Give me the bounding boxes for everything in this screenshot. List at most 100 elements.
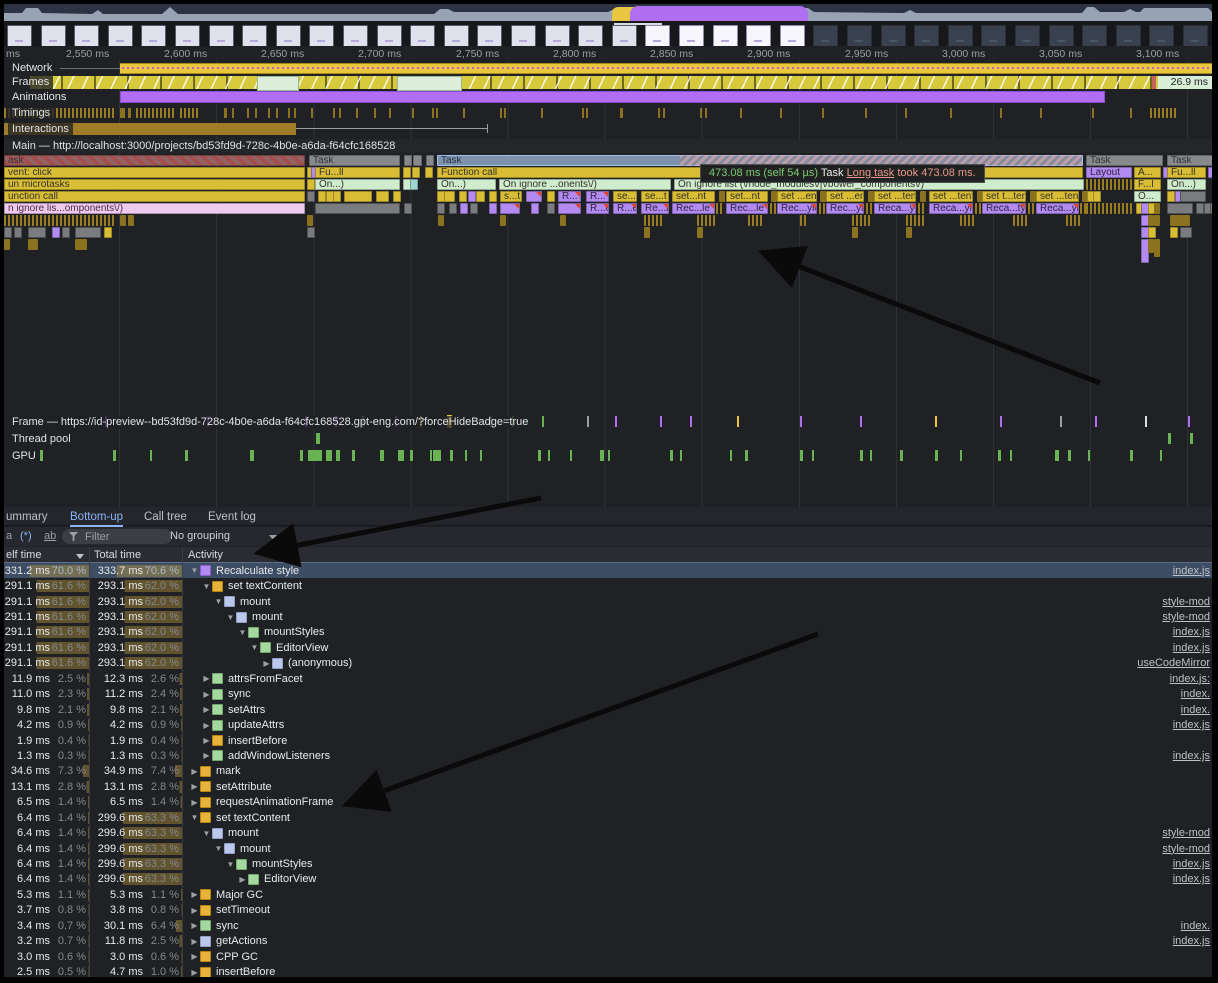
flame-event-sliver[interactable] (315, 203, 400, 214)
flame-event-bar[interactable]: se...t (641, 191, 669, 202)
flame-event-bar[interactable]: se...t (613, 191, 637, 202)
flame-event-sliver[interactable] (1086, 203, 1132, 214)
filmstrip-thumbnail[interactable] (444, 25, 469, 47)
table-row[interactable]: 6.5 ms1.4 %6.5 ms1.4 %▶requestAnimationF… (4, 795, 1212, 810)
source-link[interactable]: index.js (1173, 873, 1212, 885)
flame-event-bar[interactable]: n ignore lis...omponents\/) (4, 203, 305, 214)
filter-box[interactable] (62, 529, 172, 544)
table-row[interactable]: 3.0 ms0.6 %3.0 ms0.6 %▶CPP GC (4, 949, 1212, 964)
frames-track-strip[interactable] (30, 76, 1158, 89)
filmstrip-thumbnail[interactable] (41, 25, 66, 47)
expand-icon[interactable]: ▶ (201, 751, 212, 760)
source-link[interactable]: useCodeMirror (1137, 657, 1212, 669)
filmstrip-thumbnail[interactable] (377, 25, 402, 47)
flame-event-sliver[interactable] (526, 191, 542, 202)
filmstrip-thumbnail[interactable] (981, 25, 1006, 47)
flame-event-sliver[interactable] (644, 227, 650, 238)
expand-icon[interactable]: ▶ (189, 921, 200, 930)
collapse-icon[interactable]: ▼ (213, 597, 224, 606)
flame-event-bar[interactable]: set...nt (672, 191, 715, 202)
collapse-icon[interactable]: ▼ (201, 829, 212, 838)
flame-event-sliver[interactable] (75, 239, 87, 250)
table-row[interactable]: 1.3 ms0.3 %1.3 ms0.3 %▶addWindowListener… (4, 748, 1212, 763)
expand-icon[interactable]: ▶ (201, 721, 212, 730)
filmstrip-thumbnail[interactable] (813, 25, 838, 47)
table-row[interactable]: 3.2 ms0.7 %11.8 ms2.5 %▶getActionsindex.… (4, 934, 1212, 949)
expand-icon[interactable]: ▶ (201, 690, 212, 699)
flame-event-sliver[interactable] (459, 191, 467, 202)
flame-event-bar[interactable]: Reca...tyle (982, 203, 1026, 214)
collapse-icon[interactable]: ▼ (189, 813, 200, 822)
filmstrip-thumbnail[interactable] (209, 25, 234, 47)
flame-event-sliver[interactable] (489, 203, 497, 214)
thread-pool-track-label[interactable]: Thread pool (8, 433, 75, 446)
filmstrip-thumbnail[interactable] (679, 25, 704, 47)
table-row[interactable]: 3.7 ms0.8 %3.8 ms0.8 %▶setTimeout (4, 903, 1212, 918)
flame-event-sliver[interactable] (819, 203, 825, 214)
cpu-overview-strip[interactable] (4, 4, 1212, 21)
table-row[interactable]: 3.4 ms0.7 %30.1 ms6.4 %▶syncindex. (4, 918, 1212, 933)
frames-idle-segment[interactable] (397, 76, 462, 91)
table-row[interactable]: 4.2 ms0.9 %4.2 ms0.9 %▶updateAttrsindex.… (4, 717, 1212, 732)
flame-event-bar[interactable]: Rec...yle (777, 203, 817, 214)
expand-icon[interactable]: ▶ (189, 906, 200, 915)
flame-event-sliver[interactable] (470, 203, 478, 214)
flame-event-sliver[interactable] (128, 215, 134, 226)
filmstrip-thumbnail[interactable] (948, 25, 973, 47)
flame-event-bar[interactable]: set...nt (726, 191, 768, 202)
flame-event-sliver[interactable] (975, 203, 981, 214)
flame-event-bar[interactable]: set ...ent (777, 191, 817, 202)
expand-icon[interactable]: ▶ (189, 968, 200, 977)
flame-event-sliver[interactable] (1170, 227, 1178, 238)
filmstrip-thumbnail[interactable] (141, 25, 166, 47)
flame-event-sliver[interactable] (4, 239, 10, 250)
flame-event-sliver[interactable] (4, 215, 116, 226)
source-link[interactable]: index.js (1173, 858, 1212, 870)
flame-event-sliver[interactable] (1196, 203, 1204, 214)
table-row[interactable]: 6.4 ms1.4 %299.6 ms63.3 %▼mountstyle-mod (4, 825, 1212, 840)
tab-event-log[interactable]: Event log (208, 509, 256, 525)
flame-event-sliver[interactable] (438, 215, 444, 226)
interactions-track-label[interactable]: Interactions (8, 123, 73, 136)
flame-event-bar[interactable]: Reca...yle (1036, 203, 1079, 214)
flame-event-bar[interactable]: R... (558, 191, 581, 202)
flame-event-sliver[interactable] (560, 215, 566, 226)
column-separator[interactable] (89, 547, 90, 983)
flame-event-bar[interactable]: A... (1134, 167, 1161, 178)
flame-event-sliver[interactable] (28, 227, 46, 238)
filmstrip-thumbnail[interactable] (108, 25, 133, 47)
filmstrip-thumbnail[interactable] (410, 25, 435, 47)
flame-event-bar[interactable]: Rec...le (672, 203, 715, 214)
source-link[interactable]: index.js (1173, 750, 1212, 762)
table-row[interactable]: 331.2 ms70.0 %333.7 ms70.6 %▼Recalculate… (4, 563, 1212, 578)
collapse-icon[interactable]: ▼ (201, 582, 212, 591)
expand-icon[interactable]: ▶ (189, 767, 200, 776)
flame-event-bar[interactable]: Layout (1086, 167, 1132, 178)
filmstrip-thumbnail[interactable] (645, 25, 670, 47)
table-row[interactable]: 34.6 ms7.3 %34.9 ms7.4 %▶mark (4, 764, 1212, 779)
flame-event-sliver[interactable] (918, 203, 926, 214)
source-link[interactable]: style-mod (1162, 596, 1212, 608)
table-row[interactable]: 11.9 ms2.5 %12.3 ms2.6 %▶attrsFromFaceti… (4, 671, 1212, 686)
flame-event-sliver[interactable] (413, 155, 422, 166)
flame-event-sliver[interactable] (1028, 203, 1034, 214)
flame-event-sliver[interactable] (28, 239, 38, 250)
flame-event-sliver[interactable] (500, 203, 520, 214)
flame-event-bar[interactable]: unction call (4, 191, 305, 202)
frames-track-label[interactable]: Frames (8, 76, 53, 89)
animations-bar[interactable] (120, 91, 1105, 103)
filmstrip-thumbnail[interactable] (881, 25, 906, 47)
filmstrip-thumbnail[interactable] (511, 25, 536, 47)
table-row[interactable]: 291.1 ms61.6 %293.1 ms62.0 %▼mountstyle-… (4, 609, 1212, 624)
grouping-caret-icon[interactable] (269, 535, 277, 540)
collapse-icon[interactable]: ▼ (189, 566, 200, 575)
filmstrip-thumbnail[interactable] (175, 25, 200, 47)
flame-event-sliver[interactable] (449, 203, 457, 214)
tab-summary[interactable]: ummary (6, 509, 48, 525)
table-row[interactable]: 291.1 ms61.6 %293.1 ms62.0 %▼set textCon… (4, 578, 1212, 593)
flame-event-bar[interactable]: On...) (1167, 179, 1206, 190)
flame-event-bar[interactable]: On...) (437, 179, 496, 190)
expand-icon[interactable]: ▶ (189, 890, 200, 899)
filter-input[interactable] (83, 530, 147, 544)
table-row[interactable]: 6.4 ms1.4 %299.6 ms63.3 %▼set textConten… (4, 810, 1212, 825)
